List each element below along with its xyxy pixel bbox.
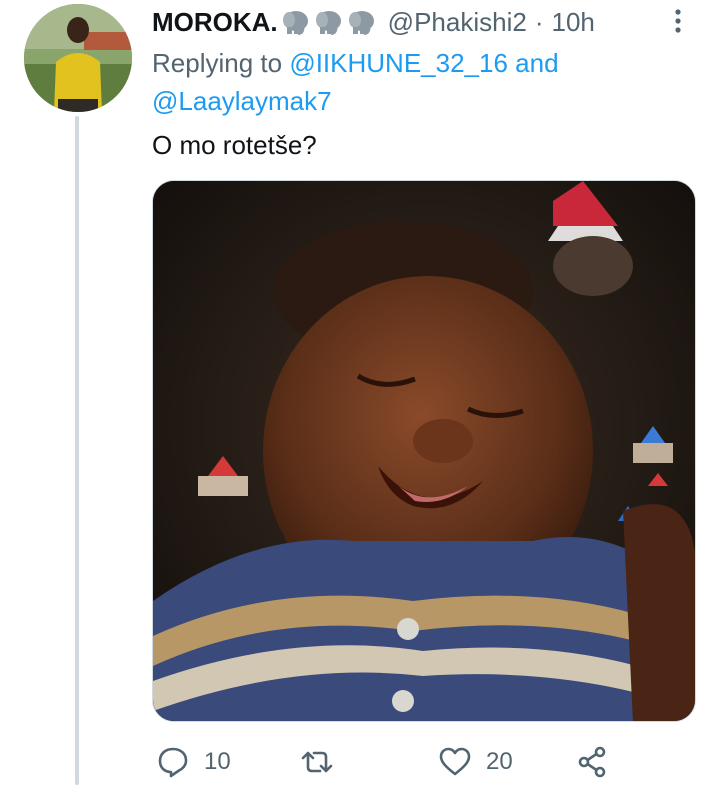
author-avatar[interactable] <box>24 4 132 112</box>
like-button[interactable]: 20 <box>438 740 513 784</box>
elephant-emoji-icon <box>315 11 341 35</box>
tweet-header: MOROKA. @Phakishi2 · 10h <box>152 4 692 40</box>
avatar-image <box>24 4 132 112</box>
replying-prefix: Replying to <box>152 48 283 78</box>
more-icon[interactable] <box>668 6 688 36</box>
name-emojis <box>280 9 378 35</box>
reply-icon <box>158 747 188 778</box>
reply-button[interactable]: 10 <box>156 740 231 784</box>
separator-dot: · <box>534 6 544 37</box>
share-icon <box>578 746 606 778</box>
tweet-text: O mo rotetše? <box>152 130 317 160</box>
user-handle[interactable]: @Phakishi2 <box>388 7 527 38</box>
tweet-timestamp[interactable]: 10h <box>551 7 594 38</box>
share-button[interactable] <box>576 740 624 784</box>
elephant-emoji-icon <box>282 11 308 35</box>
retweet-button[interactable] <box>300 740 348 784</box>
thread-line <box>75 116 79 785</box>
tweet-photo[interactable] <box>152 180 696 722</box>
heart-icon <box>439 747 471 776</box>
elephant-emoji-icon <box>348 11 374 35</box>
photo-image <box>153 181 695 721</box>
like-count: 20 <box>486 748 513 775</box>
display-name[interactable]: MOROKA. <box>152 7 278 38</box>
tweet-actions: 10 20 <box>152 740 692 784</box>
replying-to: Replying to @IIKHUNE_32_16 and @Laaylaym… <box>152 44 692 120</box>
reply-mention-2[interactable]: @Laaylaymak7 <box>152 86 332 116</box>
reply-conjunction[interactable]: and <box>515 48 558 78</box>
reply-mention-1[interactable]: @IIKHUNE_32_16 <box>289 48 508 78</box>
retweet-icon <box>301 751 333 773</box>
reply-count: 10 <box>204 748 231 775</box>
